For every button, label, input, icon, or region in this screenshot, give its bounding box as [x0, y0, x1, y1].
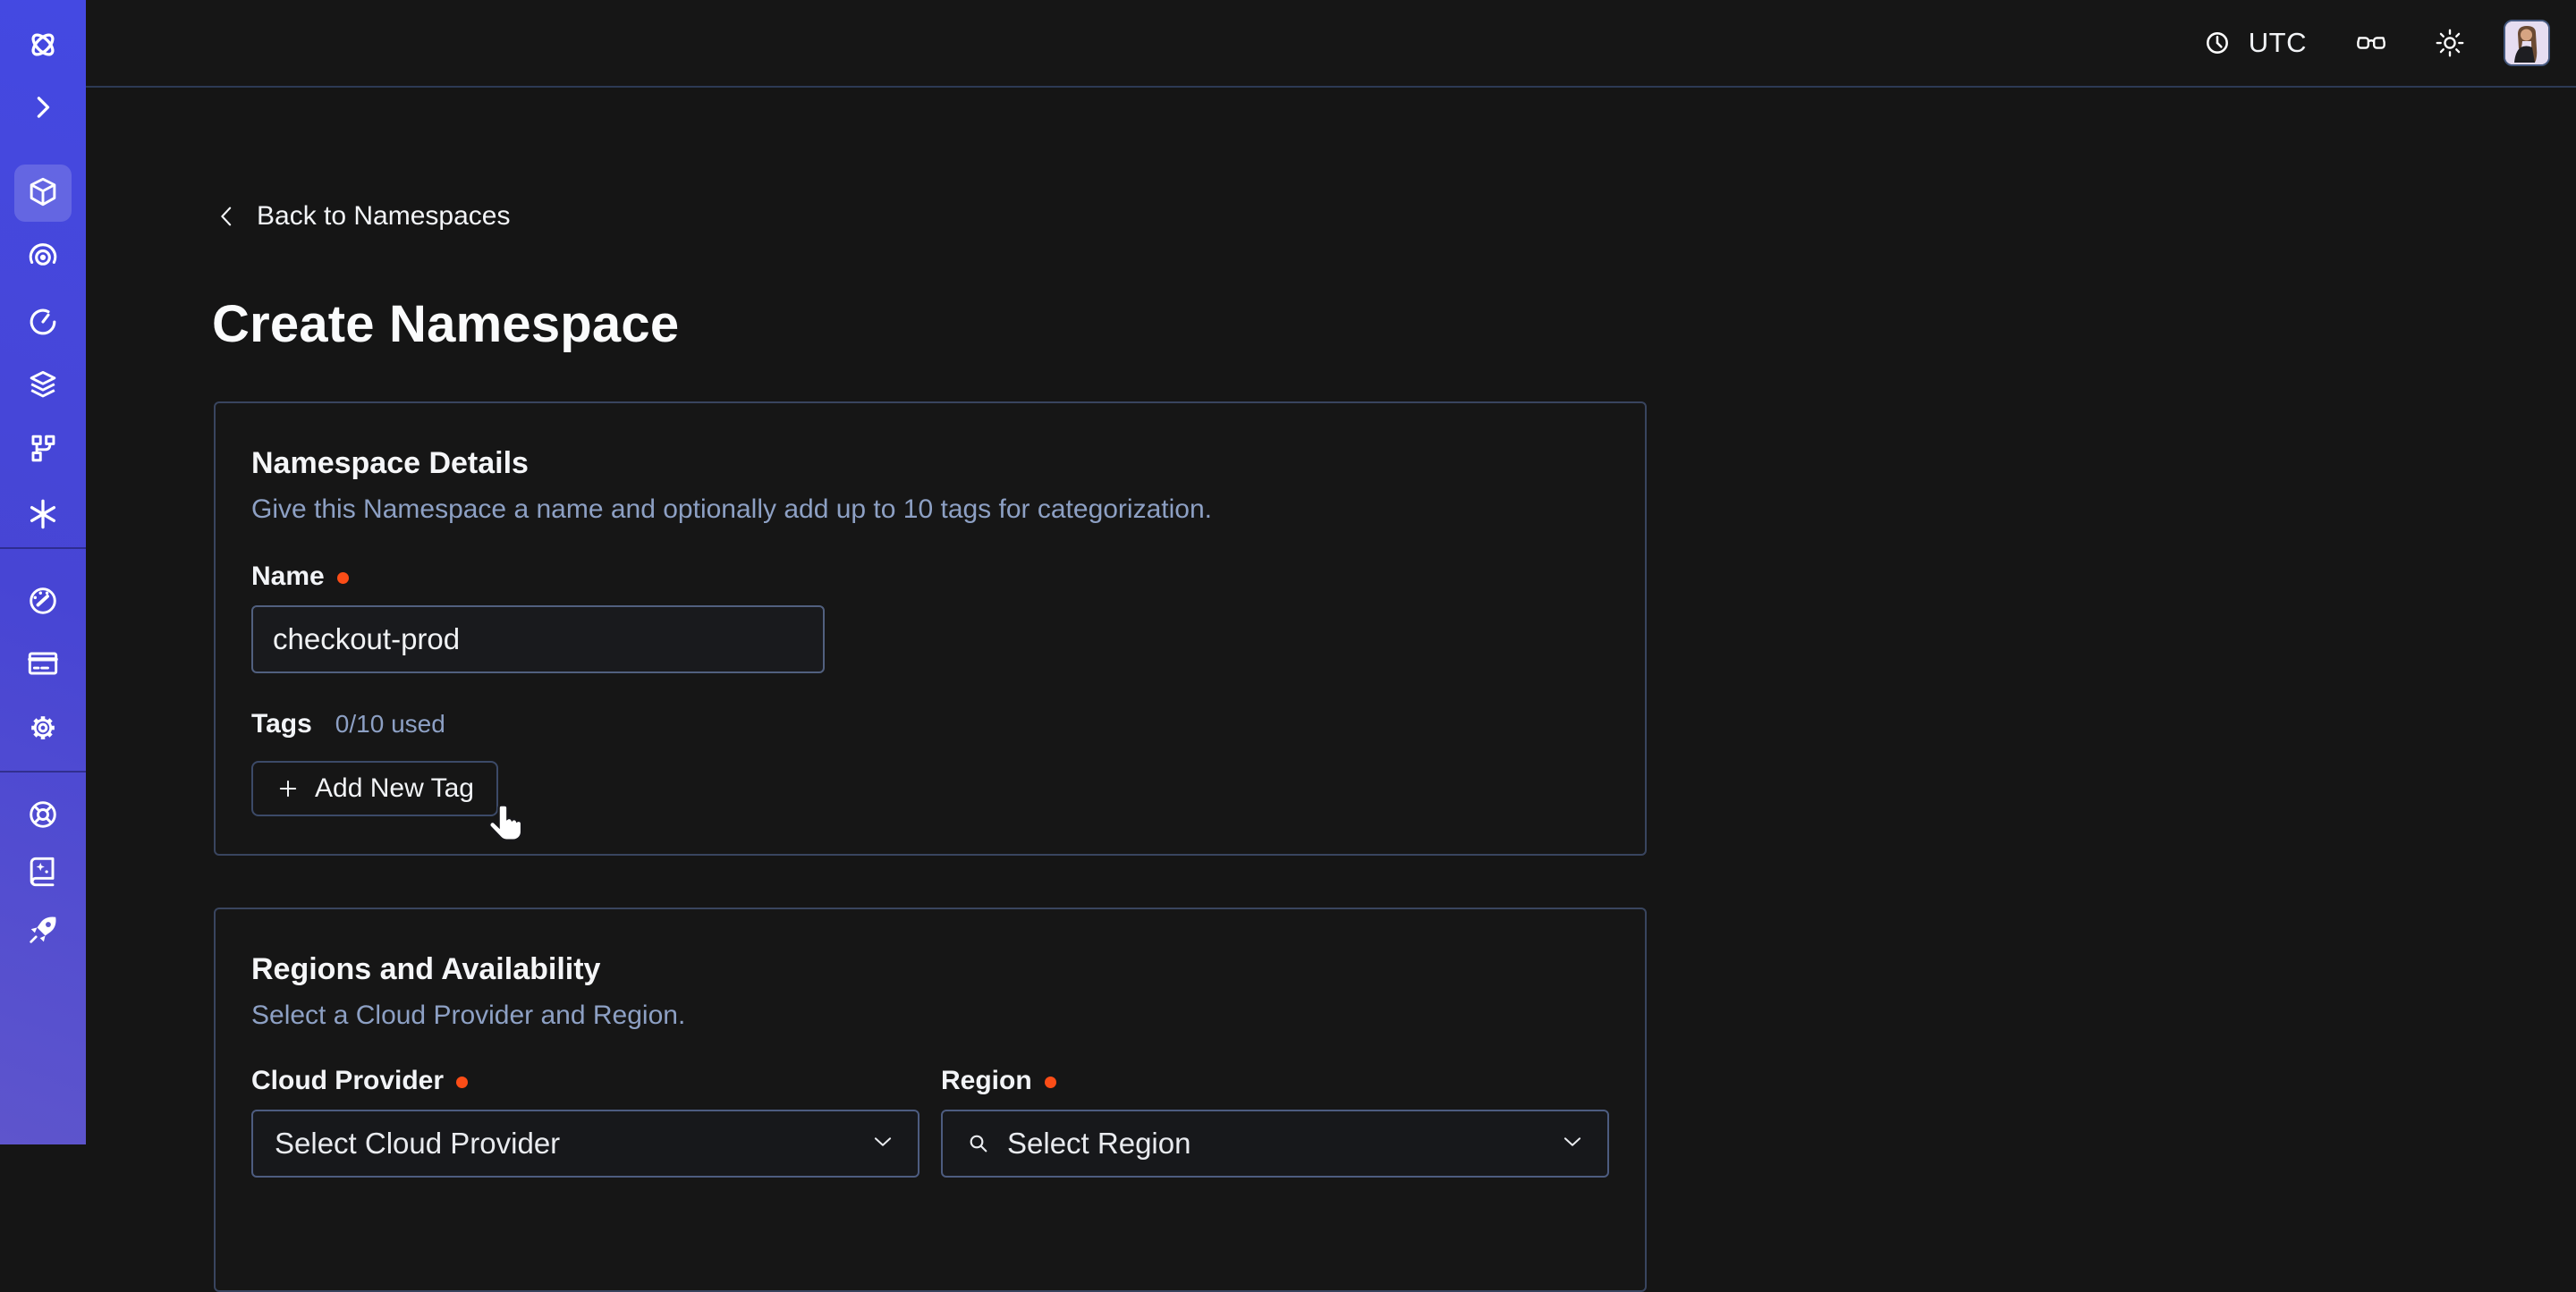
required-dot [456, 1077, 468, 1088]
cloud-provider-field: Cloud Provider Select Cloud Provider [251, 1065, 919, 1178]
sidebar-item-namespaces-cube-icon[interactable] [21, 171, 64, 214]
back-to-namespaces-link[interactable]: Back to Namespaces [214, 198, 510, 234]
timezone-button[interactable]: UTC [2200, 26, 2307, 60]
card-heading: Namespace Details [251, 444, 1609, 482]
sidebar-item-deployments-fork-icon[interactable] [21, 426, 64, 469]
tags-row: Tags 0/10 used [251, 709, 1609, 739]
chevron-down-icon [1559, 1128, 1586, 1160]
sidebar-divider [0, 547, 86, 549]
cloud-provider-placeholder: Select Cloud Provider [275, 1127, 560, 1161]
clock-icon [2200, 26, 2234, 60]
topbar: UTC [86, 0, 2576, 88]
timezone-label: UTC [2249, 27, 2307, 59]
sidebar [0, 0, 86, 1144]
region-placeholder: Select Region [1007, 1127, 1191, 1161]
card-description: Give this Namespace a name and optionall… [251, 493, 1609, 527]
chevron-down-icon [869, 1128, 896, 1160]
sidebar-item-workflows-spiral-icon[interactable] [21, 235, 64, 278]
page-title: Create Namespace [212, 295, 679, 354]
sidebar-item-docs-book-icon[interactable] [21, 850, 64, 893]
sidebar-divider [0, 771, 86, 773]
sidebar-item-support-life-ring-icon[interactable] [21, 793, 64, 836]
regions-availability-card: Regions and Availability Select a Cloud … [214, 908, 1647, 1292]
add-new-tag-button[interactable]: Add New Tag [251, 761, 498, 816]
region-field: Region Select Region [941, 1065, 1609, 1178]
sidebar-item-settings-gear-icon[interactable] [21, 706, 64, 749]
user-avatar[interactable] [2504, 20, 2550, 66]
name-label: Name [251, 561, 1609, 593]
region-label: Region [941, 1065, 1609, 1097]
sun-theme-toggle-icon[interactable] [2432, 25, 2468, 61]
sidebar-item-usage-gauge-icon[interactable] [21, 579, 64, 622]
sidebar-item-layers-icon[interactable] [21, 365, 64, 408]
sidebar-item-schedules-timer-icon[interactable] [21, 300, 64, 343]
tags-count: 0/10 used [335, 710, 445, 739]
sidebar-item-nexus-asterisk-icon[interactable] [21, 493, 64, 536]
cloud-provider-label: Cloud Provider [251, 1065, 919, 1097]
card-description: Select a Cloud Provider and Region. [251, 999, 1609, 1033]
sidebar-item-getting-started-rocket-icon[interactable] [21, 908, 64, 951]
tags-label: Tags [251, 709, 312, 739]
required-dot [1045, 1077, 1056, 1088]
sidebar-item-billing-credit-card-icon[interactable] [21, 642, 64, 685]
cloud-provider-select[interactable]: Select Cloud Provider [251, 1110, 919, 1178]
search-icon [964, 1129, 993, 1158]
region-select[interactable]: Select Region [941, 1110, 1609, 1178]
glasses-icon[interactable] [2353, 25, 2389, 61]
add-tag-label: Add New Tag [315, 773, 474, 804]
namespace-name-input[interactable] [251, 605, 825, 673]
chevron-left-icon [214, 201, 241, 232]
namespace-details-card: Namespace Details Give this Namespace a … [214, 401, 1647, 856]
sidebar-expand-chevron-icon[interactable] [21, 86, 64, 129]
required-dot [337, 572, 349, 584]
plus-icon [275, 776, 301, 801]
back-link-label: Back to Namespaces [257, 201, 510, 232]
card-heading: Regions and Availability [251, 950, 1609, 988]
temporal-logo-icon[interactable] [21, 23, 64, 66]
